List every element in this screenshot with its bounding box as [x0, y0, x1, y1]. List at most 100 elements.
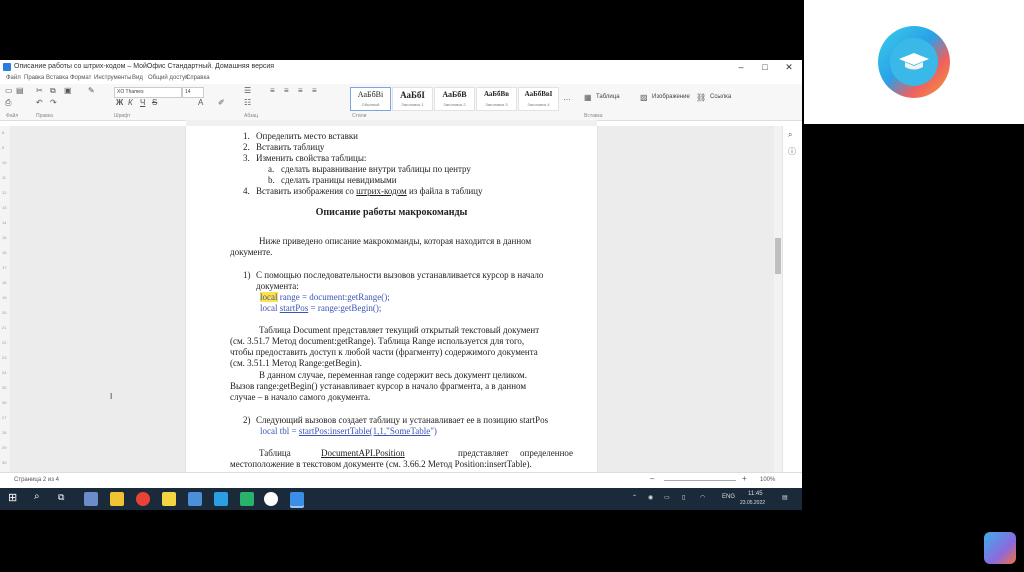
- highlight-button[interactable]: ✐: [218, 98, 225, 107]
- paragraph-line: Ниже приведено описание макрокоманды, ко…: [259, 236, 532, 246]
- vertical-scrollbar[interactable]: [774, 126, 782, 472]
- font-color-button[interactable]: A: [198, 98, 203, 107]
- folder-icon[interactable]: [110, 492, 124, 506]
- document-page[interactable]: 1. Определить место вставки 2. Вставить …: [186, 126, 597, 472]
- insert-image-button[interactable]: Изображение: [652, 94, 690, 100]
- redo-icon[interactable]: ↷: [50, 98, 57, 107]
- image-icon[interactable]: ▨: [640, 93, 648, 102]
- style-heading-3[interactable]: АаБбВв Заголовок 3: [476, 87, 517, 111]
- menu-tools[interactable]: Инструменты: [94, 75, 131, 81]
- ruler-mark: 12: [2, 190, 7, 195]
- paragraph-line: местоположение в текстовом документе (см…: [230, 459, 532, 469]
- style-heading-1[interactable]: АаБбІ Заголовок 1: [392, 87, 433, 111]
- new-doc-icon[interactable]: ▭: [5, 86, 13, 95]
- bold-button[interactable]: Ж: [116, 98, 123, 107]
- strikethrough-button[interactable]: S: [152, 98, 157, 107]
- paste-icon[interactable]: ▣: [64, 86, 72, 95]
- ruler-mark: 14: [2, 220, 7, 225]
- paragraph-line: Вызов range:getBegin() устанавливает кур…: [230, 381, 527, 391]
- align-left-icon[interactable]: ≡: [270, 86, 275, 95]
- app-icon: [3, 63, 11, 71]
- info-icon[interactable]: ⓘ: [788, 146, 796, 157]
- font-size-select[interactable]: 14: [182, 87, 204, 98]
- format-painter-icon[interactable]: ✎: [88, 86, 95, 95]
- language-indicator[interactable]: ENG: [722, 494, 735, 500]
- status-bar: Страница 2 из 4 – + 100%: [0, 472, 802, 488]
- yandex-icon[interactable]: [264, 492, 278, 506]
- menu-sharing[interactable]: Общий доступ: [148, 75, 188, 81]
- list-number: 2.: [243, 142, 250, 152]
- open-folder-icon[interactable]: ▤: [16, 86, 24, 95]
- search-icon[interactable]: ⌕: [34, 491, 40, 502]
- app-icon[interactable]: [240, 492, 254, 506]
- italic-button[interactable]: К: [128, 98, 133, 107]
- paragraph-word: определенное: [520, 448, 573, 458]
- battery-icon[interactable]: ▯: [682, 494, 685, 501]
- table-icon[interactable]: ▦: [584, 93, 592, 102]
- task-view-icon[interactable]: ⧉: [58, 492, 64, 503]
- zoom-slider[interactable]: [664, 480, 736, 481]
- document-area[interactable]: I 1. Определить место вставки 2. Вставит…: [10, 126, 774, 472]
- numbered-list-icon[interactable]: ☷: [244, 98, 251, 107]
- network-icon[interactable]: ▭: [664, 494, 670, 501]
- search-icon[interactable]: ⌕: [788, 130, 792, 140]
- notifications-icon[interactable]: ▤: [782, 494, 788, 501]
- paragraph-line: Таблица Document представляет текущий от…: [259, 325, 540, 335]
- scrollbar-thumb[interactable]: [775, 238, 781, 274]
- tray-app-icon[interactable]: ◉: [648, 494, 653, 501]
- clock-time[interactable]: 11:45: [748, 491, 763, 497]
- style-normal[interactable]: АаБбВі Обычный: [350, 87, 391, 111]
- menu-help[interactable]: Справка: [186, 75, 210, 81]
- ruler-mark: 26: [2, 400, 7, 405]
- chrome-icon[interactable]: [136, 492, 150, 506]
- bullet-list-icon[interactable]: ☰: [244, 86, 251, 95]
- close-button[interactable]: ✕: [778, 61, 800, 73]
- myoffice-icon[interactable]: [214, 492, 228, 506]
- paragraph-line: С помощью последовательности вызовов уст…: [256, 270, 544, 280]
- start-icon[interactable]: ⊞: [8, 491, 17, 504]
- link-icon[interactable]: ⛓: [696, 93, 706, 102]
- style-heading-4[interactable]: АаБбВвІ Заголовок 4: [518, 87, 559, 111]
- cloud-app-icon[interactable]: [984, 532, 1016, 564]
- menu-edit[interactable]: Правка: [24, 75, 44, 81]
- list-item-text: Определить место вставки: [256, 131, 359, 141]
- ruler-mark: 22: [2, 340, 7, 345]
- window-title: Описание работы со штрих-кодом – МойОфис…: [14, 63, 275, 70]
- maximize-button[interactable]: □: [754, 61, 776, 73]
- styles-more-button[interactable]: …: [563, 93, 571, 102]
- wifi-icon[interactable]: ◠: [700, 494, 705, 501]
- align-right-icon[interactable]: ≡: [298, 86, 303, 95]
- cut-icon[interactable]: ✂: [36, 86, 43, 95]
- style-label: Заголовок 4: [527, 102, 550, 107]
- myoffice-text-icon[interactable]: [290, 492, 304, 506]
- menu-format[interactable]: Формат: [70, 75, 91, 81]
- list-number: b.: [268, 175, 275, 185]
- insert-link-button[interactable]: Ссылка: [710, 94, 731, 100]
- insert-table-button[interactable]: Таблица: [596, 94, 620, 100]
- copy-icon[interactable]: ⧉: [50, 86, 56, 96]
- app-icon[interactable]: [188, 492, 202, 506]
- print-icon[interactable]: ⎙: [5, 98, 11, 108]
- menu-file[interactable]: Файл: [6, 75, 21, 81]
- ruler-mark: 11: [2, 175, 7, 180]
- list-number: 4.: [243, 186, 250, 196]
- tray-arrow-icon[interactable]: ⌃: [632, 494, 637, 501]
- menu-view[interactable]: Вид: [132, 75, 143, 81]
- app-icon[interactable]: [162, 492, 176, 506]
- clock-date[interactable]: 23.05.2022: [740, 500, 765, 506]
- underline-button[interactable]: Ч: [140, 98, 145, 107]
- style-heading-2[interactable]: АаБбВ Заголовок 2: [434, 87, 475, 111]
- paragraph-line: В данном случае, переменная range содерж…: [259, 370, 527, 380]
- align-justify-icon[interactable]: ≡: [312, 86, 317, 95]
- app-icon[interactable]: [84, 492, 98, 506]
- font-family-select[interactable]: XO Thames: [114, 87, 182, 98]
- zoom-in-icon[interactable]: +: [742, 474, 747, 483]
- minimize-button[interactable]: –: [730, 61, 752, 73]
- zoom-out-icon[interactable]: –: [650, 474, 654, 483]
- menu-insert[interactable]: Вставка: [46, 75, 68, 81]
- align-center-icon[interactable]: ≡: [284, 86, 289, 95]
- logo-inner: [890, 38, 938, 86]
- undo-icon[interactable]: ↶: [36, 98, 43, 107]
- paragraph-line: (см. 3.51.1 Метод Range:getBegin).: [230, 358, 362, 368]
- ruler-mark: 18: [2, 280, 7, 285]
